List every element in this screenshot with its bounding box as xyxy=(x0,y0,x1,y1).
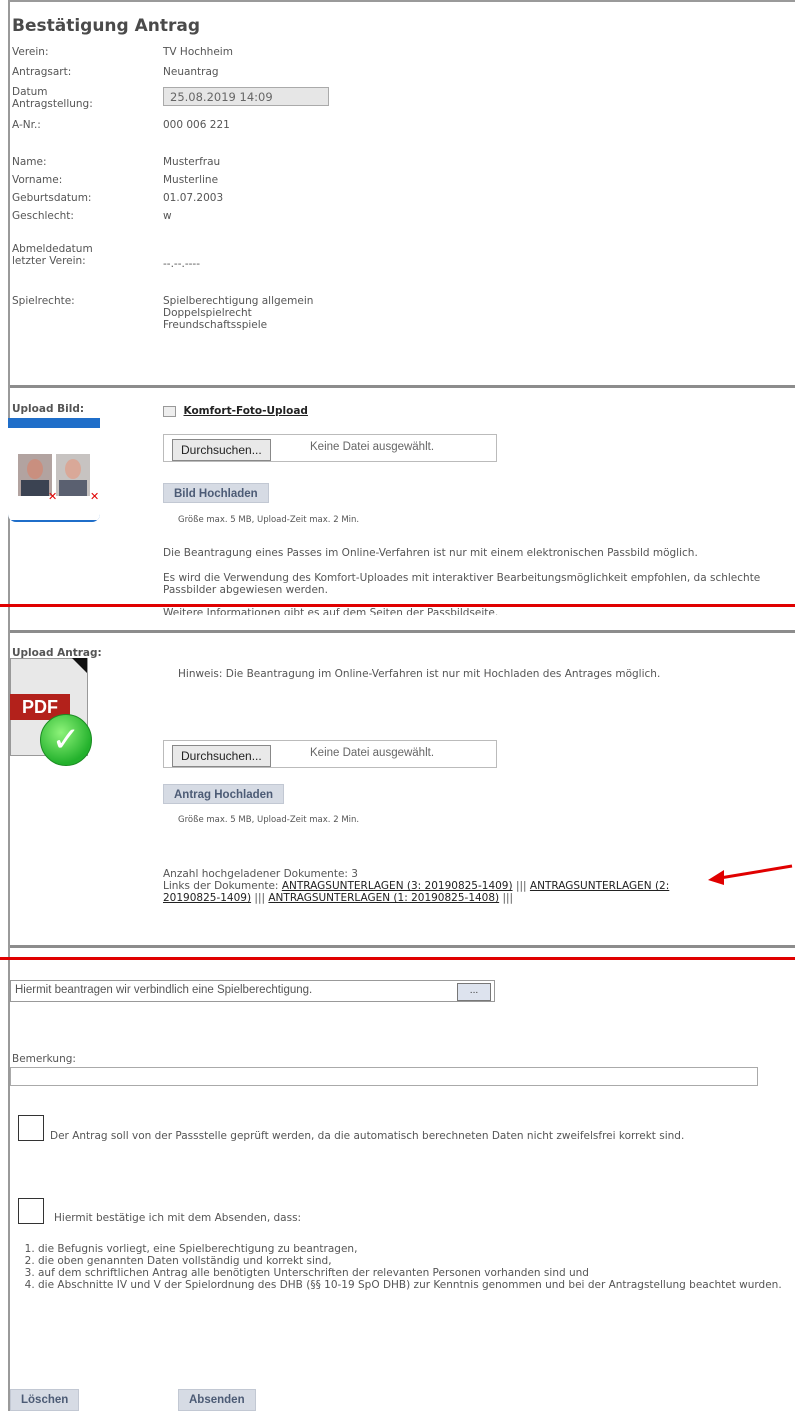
confirm-checkbox-label: Hiermit bestätige ich mit dem Absenden, … xyxy=(54,1212,302,1224)
image-icon xyxy=(163,405,176,417)
confirm-checkbox[interactable] xyxy=(18,1198,44,1224)
label-vorname: Vorname: xyxy=(12,174,63,186)
review-checkbox-label: Der Antrag soll von der Passstelle geprü… xyxy=(50,1130,685,1142)
pdf-icon: PDF ✓ xyxy=(10,658,98,766)
antrag-no-file-text: Keine Datei ausgewählt. xyxy=(310,747,435,759)
application-select[interactable]: Hiermit beantragen wir verbindlich eine … xyxy=(10,980,495,1002)
annotation-arrow-icon xyxy=(708,864,793,885)
value-vorname: Musterline xyxy=(163,174,219,186)
value-anr: 000 006 221 xyxy=(163,119,230,131)
bild-upload-button[interactable]: Bild Hochladen xyxy=(163,483,269,503)
value-spielrechte: Spielberechtigung allgemein Doppelspielr… xyxy=(163,295,314,331)
bild-file-input[interactable]: Durchsuchen... Keine Datei ausgewählt. xyxy=(163,434,497,462)
komfort-upload-link-wrap[interactable]: Komfort-Foto-Upload xyxy=(163,404,308,417)
reject-x-icon: ✕ xyxy=(90,490,100,503)
antrag-file-input[interactable]: Durchsuchen... Keine Datei ausgewählt. xyxy=(163,740,497,768)
value-geburtsdatum: 01.07.2003 xyxy=(163,192,224,204)
value-geschlecht: w xyxy=(163,210,172,222)
reject-x-icon: ✕ xyxy=(48,490,58,503)
checkmark-icon: ✓ xyxy=(40,714,92,766)
section-divider xyxy=(10,945,795,948)
bild-info-1: Die Beantragung eines Passes im Online-V… xyxy=(163,547,698,559)
bild-info-3: Weitere Informationen gibt es auf dem Se… xyxy=(163,607,499,615)
list-item: auf dem schriftlichen Antrag alle benöti… xyxy=(38,1267,784,1279)
link-separator: ||| xyxy=(254,892,266,904)
bild-no-file-text: Keine Datei ausgewählt. xyxy=(310,441,435,453)
value-abmeldedatum: --.--.---- xyxy=(163,258,200,270)
upload-bild-label: Upload Bild: xyxy=(12,403,85,415)
label-geschlecht: Geschlecht: xyxy=(12,210,74,222)
submit-button[interactable]: Absenden xyxy=(178,1389,256,1411)
label-antragsart: Antragsart: xyxy=(12,66,72,78)
value-verein: TV Hochheim xyxy=(163,46,233,58)
label-verein: Verein: xyxy=(12,46,49,58)
confirm-list: die Befugnis vorliegt, eine Spielberecht… xyxy=(14,1243,784,1291)
link-separator: ||| xyxy=(502,892,514,904)
documents-block: Anzahl hochgeladener Dokumente: 3 Links … xyxy=(163,868,723,904)
delete-button[interactable]: Löschen xyxy=(10,1389,80,1411)
portrait-icon xyxy=(18,454,52,496)
label-abmeldedatum: Abmeldedatum letzter Verein: xyxy=(12,243,93,267)
antrag-size-hint: Größe max. 5 MB, Upload-Zeit max. 2 Min. xyxy=(178,815,360,825)
passphoto-image: ✕ ✕ xyxy=(8,418,100,522)
antrag-upload-button[interactable]: Antrag Hochladen xyxy=(163,784,285,804)
annotation-red-top-line xyxy=(0,604,795,607)
bild-browse-button[interactable]: Durchsuchen... xyxy=(172,439,271,461)
bemerkung-input[interactable] xyxy=(10,1067,758,1086)
label-spielrechte: Spielrechte: xyxy=(12,295,75,307)
list-item: die Befugnis vorliegt, eine Spielberecht… xyxy=(38,1243,784,1255)
document-link[interactable]: ANTRAGSUNTERLAGEN (1: 20190825-1408) xyxy=(268,892,499,904)
document-count: Anzahl hochgeladener Dokumente: 3 xyxy=(163,868,358,880)
page-title: Bestätigung Antrag xyxy=(12,16,201,36)
link-separator: ||| xyxy=(515,880,527,892)
document-links: Links der Dokumente: ANTRAGSUNTERLAGEN (… xyxy=(163,880,723,904)
bemerkung-label: Bemerkung: xyxy=(12,1053,76,1065)
bild-size-hint: Größe max. 5 MB, Upload-Zeit max. 2 Min. xyxy=(178,515,360,525)
label-geburtsdatum: Geburtsdatum: xyxy=(12,192,92,204)
portrait-icon xyxy=(56,454,90,496)
list-item: die Abschnitte IV und V der Spielordnung… xyxy=(38,1279,784,1291)
bild-info-2: Es wird die Verwendung des Komfort-Uploa… xyxy=(163,572,761,596)
section-divider xyxy=(10,630,795,633)
label-name: Name: xyxy=(12,156,47,168)
page-frame xyxy=(8,0,795,1411)
select-dropdown-button[interactable]: ... xyxy=(457,983,491,1001)
links-prefix: Links der Dokumente: xyxy=(163,880,279,892)
datum-field: 25.08.2019 14:09 xyxy=(163,87,329,106)
antrag-browse-button[interactable]: Durchsuchen... xyxy=(172,745,271,767)
value-antragsart: Neuantrag xyxy=(163,66,219,78)
annotation-red-bottom-line xyxy=(0,957,795,960)
value-name: Musterfrau xyxy=(163,156,221,168)
label-datum: Datum Antragstellung: xyxy=(12,86,93,110)
application-select-text: Hiermit beantragen wir verbindlich eine … xyxy=(15,984,313,996)
document-link[interactable]: ANTRAGSUNTERLAGEN (3: 20190825-1409) xyxy=(282,880,513,892)
antrag-hint: Hinweis: Die Beantragung im Online-Verfa… xyxy=(178,668,661,680)
section-divider xyxy=(10,385,795,388)
list-item: die oben genannten Daten vollständig und… xyxy=(38,1255,784,1267)
label-anr: A-Nr.: xyxy=(12,119,41,131)
komfort-upload-link[interactable]: Komfort-Foto-Upload xyxy=(184,405,308,417)
